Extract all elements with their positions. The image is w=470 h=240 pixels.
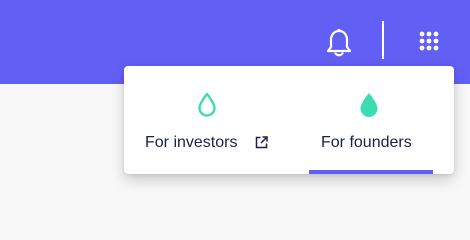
menu-item-for-investors[interactable]: For investors [124, 66, 292, 174]
selected-tab-indicator [309, 170, 433, 174]
apps-grid-icon[interactable] [419, 31, 439, 51]
header-divider [382, 21, 384, 59]
drop-filled-icon [360, 93, 378, 117]
audience-dropdown-menu: For investors For founders [124, 66, 454, 174]
menu-item-label: For investors [145, 134, 238, 151]
bell-icon[interactable] [326, 28, 352, 58]
drop-outline-icon [198, 92, 216, 117]
external-link-icon [255, 136, 268, 149]
menu-item-label: For founders [321, 134, 412, 151]
menu-item-for-founders[interactable]: For founders [292, 66, 454, 174]
